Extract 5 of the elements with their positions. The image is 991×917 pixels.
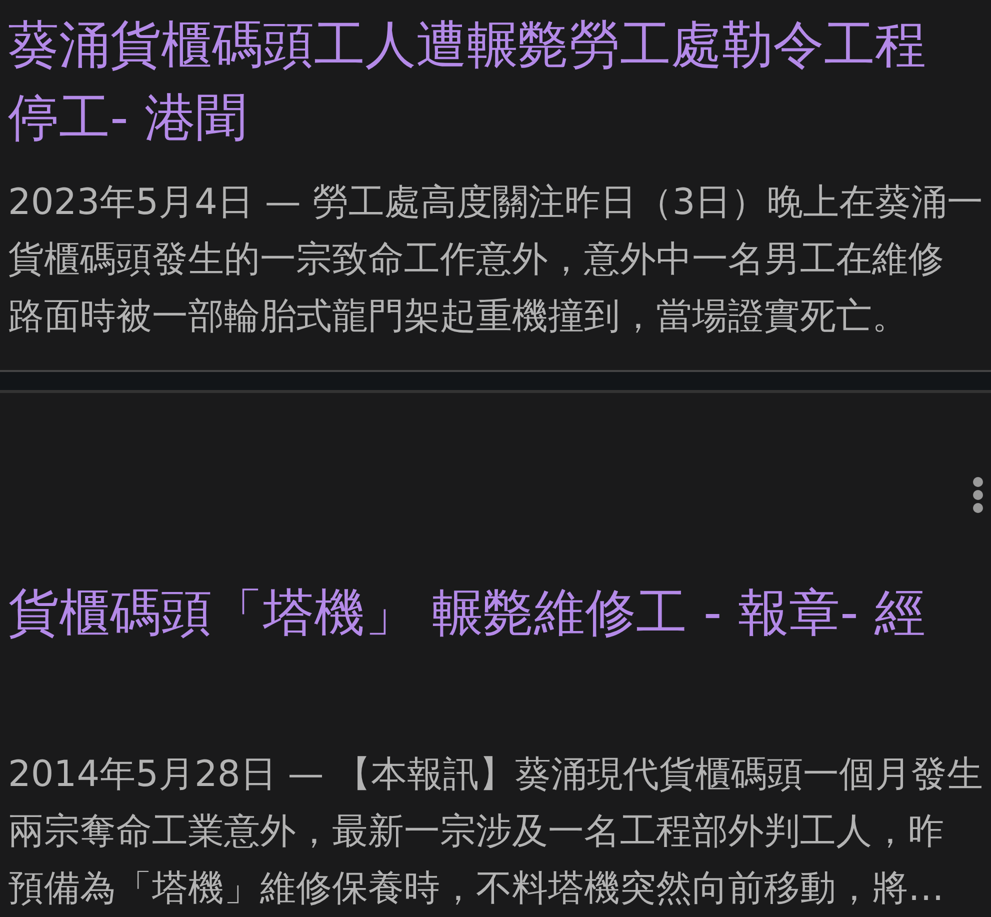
result-snippet: 2014年5月28日 — 【本報訊】葵涌現代貨櫃碼頭一個月發生 兩宗奪命工業意外，最新一宗涉及一名工程部外判工人，昨 預備為「塔機」維修保養時，不料塔機突然向前移動，將… (8, 753, 984, 911)
result-title[interactable]: 貨櫃碼頭「塔機」 輾斃維修工 - 報章- 經 (8, 577, 926, 650)
result-title[interactable]: 葵涌貨櫃碼頭工人遭輾斃勞工處勒令工程 停工- 港聞 (8, 9, 926, 155)
more-options-icon[interactable] (972, 477, 984, 513)
result-snippet: 2023年5月4日 — 勞工處高度關注昨日（3日）晚上在葵涌一 貨櫃碼頭發生的一宗致命工作意外，意外中一名男工在維修 路面時被一部輪胎式龍門架起重機撞到，當場證實死亡。 (8, 181, 984, 339)
